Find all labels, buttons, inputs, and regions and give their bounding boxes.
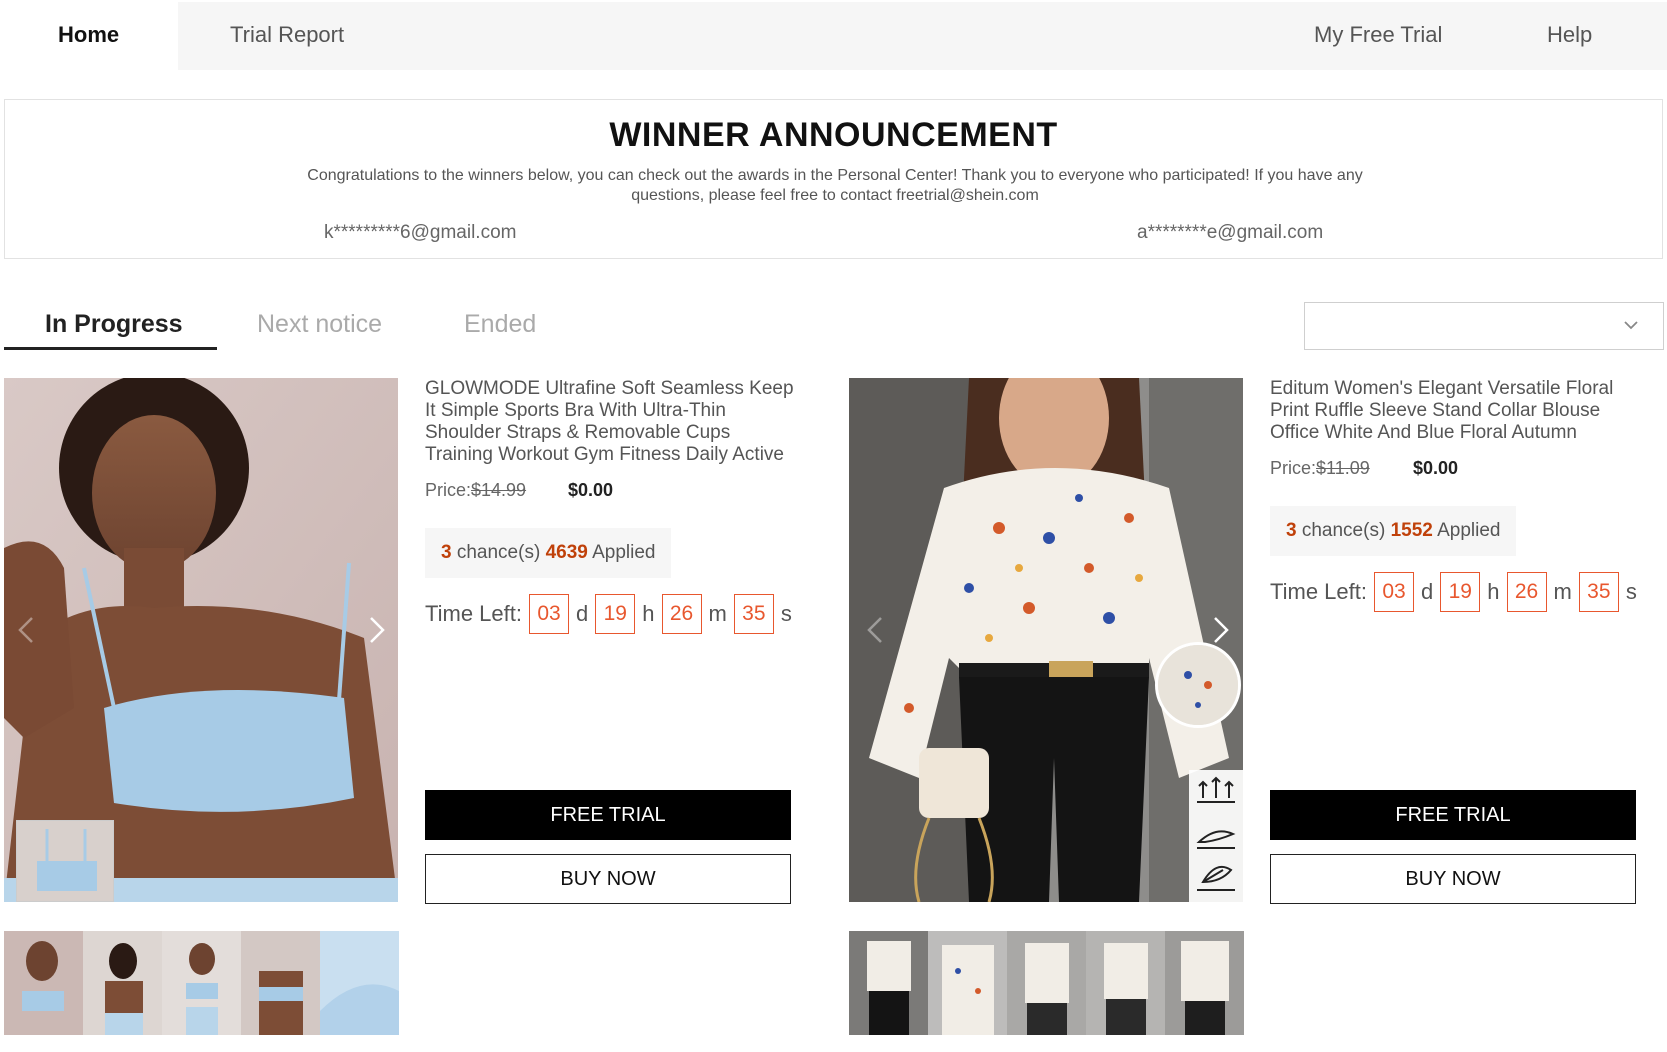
days-unit: d [576,601,589,626]
thumbnail[interactable] [1086,931,1165,1035]
announcement-text: Congratulations to the winners below, yo… [307,167,1363,204]
thumbnail[interactable] [1007,931,1086,1035]
top-navigation: Home Trial Report My Free Trial Help [0,0,1667,70]
applied-count: 1552 [1390,520,1433,541]
product-image[interactable] [849,378,1243,902]
price-label: Price: [1270,458,1317,478]
nav-help[interactable]: Help [1547,22,1592,48]
nav-background [178,2,1667,70]
minutes-unit: m [708,601,727,626]
thumbnail-strip [4,931,399,1035]
hours-box: 19 [595,594,636,634]
thumbnail[interactable] [320,931,399,1035]
active-tab-indicator [4,347,217,350]
chevron-left-icon[interactable] [12,610,42,650]
tab-next-notice[interactable]: Next notice [257,310,382,339]
seconds-box: 35 [733,594,774,634]
hours-unit: h [1487,579,1500,604]
winner-email: a********e@gmail.com [1137,222,1324,243]
price-row: Price:$11.09 $0.00 [1270,458,1458,479]
seconds-unit: s [1625,579,1637,604]
chances-count: 3 [441,542,452,563]
product-title[interactable]: Editum Women's Elegant Versatile Floral … [1270,378,1640,444]
thumbnail[interactable] [928,931,1007,1035]
nav-my-free-trial[interactable]: My Free Trial [1314,22,1442,48]
price-row: Price:$14.99 $0.00 [425,480,613,501]
original-price: $11.09 [1316,458,1370,478]
inset-image [16,820,114,902]
days-unit: d [1421,579,1434,604]
chances-label: chance(s) [456,542,541,563]
thumbnail[interactable] [849,931,928,1035]
time-left-label: Time Left: [425,601,522,626]
buy-now-button[interactable]: BUY NOW [1270,854,1636,904]
minutes-unit: m [1553,579,1572,604]
seconds-box: 35 [1578,572,1619,612]
applied-label: Applied [592,542,656,563]
thumbnail[interactable] [162,931,241,1035]
chances-applied: 3 chance(s) 4639 Applied [425,528,672,578]
tab-in-progress[interactable]: In Progress [45,310,183,339]
trial-price: $0.00 [1413,458,1459,478]
original-price: $14.99 [471,480,527,500]
chevron-right-icon[interactable] [1205,610,1235,650]
tab-ended[interactable]: Ended [464,310,536,339]
minutes-box: 26 [1506,572,1547,612]
countdown-timer: Time Left: 03 d 19 h 26 m 35 s [1270,572,1637,612]
feature-icons [1189,770,1243,902]
thumbnail[interactable] [4,931,83,1035]
free-trial-button[interactable]: FREE TRIAL [1270,790,1636,840]
chevron-left-icon[interactable] [861,610,891,650]
time-left-label: Time Left: [1270,579,1367,604]
buy-now-button[interactable]: BUY NOW [425,854,791,904]
announcement-title: WINNER ANNOUNCEMENT [609,116,1058,154]
chances-count: 3 [1286,520,1297,541]
nav-home[interactable]: Home [58,22,119,48]
product-image[interactable] [4,378,398,902]
thumbnail-strip [849,931,1244,1035]
thumbnail[interactable] [1165,931,1244,1035]
chevron-down-icon [1621,315,1641,340]
chances-label: chance(s) [1301,520,1386,541]
countdown-timer: Time Left: 03 d 19 h 26 m 35 s [425,594,792,634]
winner-announcement: WINNER ANNOUNCEMENT Congratulations to t… [4,99,1663,259]
applied-count: 4639 [545,542,588,563]
thumbnail[interactable] [241,931,320,1035]
price-label: Price: [425,480,472,500]
free-trial-button[interactable]: FREE TRIAL [425,790,791,840]
seconds-unit: s [780,601,792,626]
minutes-box: 26 [661,594,702,634]
filter-dropdown[interactable] [1304,302,1664,350]
trial-price: $0.00 [568,480,614,500]
chances-applied: 3 chance(s) 1552 Applied [1270,506,1517,556]
days-box: 03 [1374,572,1414,612]
winner-email: k*********6@gmail.com [324,222,517,243]
product-title[interactable]: GLOWMODE Ultrafine Soft Seamless Keep It… [425,378,795,466]
nav-trial-report[interactable]: Trial Report [230,22,344,48]
days-box: 03 [529,594,569,634]
chevron-right-icon[interactable] [361,610,391,650]
detail-thumbnail [1155,642,1241,728]
hours-box: 19 [1440,572,1481,612]
hours-unit: h [642,601,655,626]
applied-label: Applied [1437,520,1501,541]
thumbnail[interactable] [83,931,162,1035]
